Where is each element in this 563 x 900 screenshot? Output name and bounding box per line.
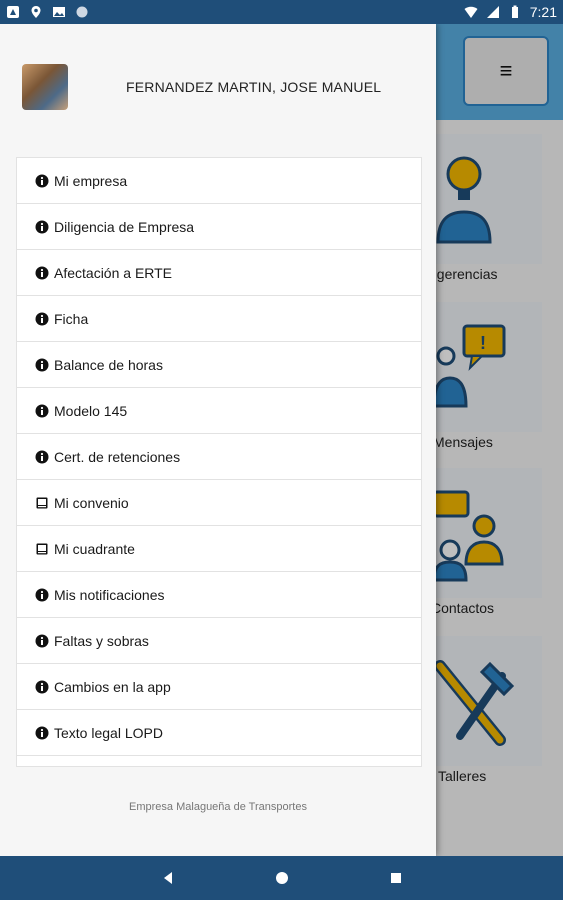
menu-item-label: Mi convenio xyxy=(54,494,129,511)
drawer-footer: Empresa Malagueña de Transportes xyxy=(129,801,307,813)
status-time: 7:21 xyxy=(529,4,557,20)
menu-item-afectacion-erte[interactable]: Afectación a ERTE xyxy=(17,250,421,296)
menu-item-label: Cambios en la app xyxy=(54,678,171,695)
menu-item-label: Ficha xyxy=(54,310,89,327)
menu-item-label: Mi empresa xyxy=(54,172,128,189)
avatar xyxy=(22,64,68,110)
menu-item-diligencia-de-empresa[interactable]: Diligencia de Empresa xyxy=(17,204,421,250)
recents-icon[interactable] xyxy=(389,871,403,885)
drawer-menu: Mi empresa Diligencia de Empresa Afectac… xyxy=(16,157,422,767)
menu-item-mis-notificaciones[interactable]: Mis notificaciones xyxy=(17,572,421,618)
menu-item-label: Cert. de retenciones xyxy=(54,448,181,465)
info-icon xyxy=(35,312,49,326)
info-icon xyxy=(35,634,49,648)
menu-item-cert-retenciones[interactable]: Cert. de retenciones xyxy=(17,434,421,480)
notification-icon xyxy=(6,5,20,19)
status-bar: 7:21 xyxy=(0,0,563,24)
info-icon xyxy=(35,404,49,418)
image-icon xyxy=(52,5,66,19)
status-right: 7:21 xyxy=(464,4,557,20)
battery-icon xyxy=(508,5,522,19)
info-icon xyxy=(35,680,49,694)
menu-item-mi-empresa[interactable]: Mi empresa xyxy=(17,158,421,204)
menu-item-label: Texto legal LOPD xyxy=(54,724,163,741)
menu-item-ficha[interactable]: Ficha xyxy=(17,296,421,342)
menu-item-label: Afectación a ERTE xyxy=(54,264,173,281)
home-icon[interactable] xyxy=(275,871,289,885)
user-profile[interactable]: FERNANDEZ MARTIN, JOSE MANUEL xyxy=(22,64,422,110)
menu-item-label: Faltas y sobras xyxy=(54,632,149,649)
user-name: FERNANDEZ MARTIN, JOSE MANUEL xyxy=(126,79,382,95)
system-nav-bar xyxy=(0,856,563,900)
location-icon xyxy=(29,5,43,19)
menu-item-faltas-y-sobras[interactable]: Faltas y sobras xyxy=(17,618,421,664)
menu-item-partial[interactable] xyxy=(17,756,421,766)
navigation-drawer: FERNANDEZ MARTIN, JOSE MANUEL Mi empresa… xyxy=(0,24,436,856)
circle-icon xyxy=(75,5,89,19)
menu-item-label: Mis notificaciones xyxy=(54,586,165,603)
menu-item-label: Diligencia de Empresa xyxy=(54,218,195,235)
wifi-icon xyxy=(464,5,478,19)
book-icon xyxy=(35,496,49,510)
menu-item-mi-cuadrante[interactable]: Mi cuadrante xyxy=(17,526,421,572)
info-icon xyxy=(35,266,49,280)
menu-item-texto-legal-lopd[interactable]: Texto legal LOPD xyxy=(17,710,421,756)
info-icon xyxy=(35,588,49,602)
menu-item-modelo-145[interactable]: Modelo 145 xyxy=(17,388,421,434)
menu-item-label: Mi cuadrante xyxy=(54,540,135,557)
book-icon xyxy=(35,542,49,556)
info-icon xyxy=(35,174,49,188)
info-icon xyxy=(35,450,49,464)
info-icon xyxy=(35,220,49,234)
signal-icon xyxy=(486,5,500,19)
info-icon xyxy=(35,358,49,372)
menu-item-mi-convenio[interactable]: Mi convenio xyxy=(17,480,421,526)
back-icon[interactable] xyxy=(161,871,175,885)
menu-item-label: Modelo 145 xyxy=(54,402,128,419)
menu-item-balance-de-horas[interactable]: Balance de horas xyxy=(17,342,421,388)
menu-item-label: Balance de horas xyxy=(54,356,163,373)
info-icon xyxy=(35,726,49,740)
menu-item-cambios-en-la-app[interactable]: Cambios en la app xyxy=(17,664,421,710)
status-left-icons xyxy=(6,5,89,19)
